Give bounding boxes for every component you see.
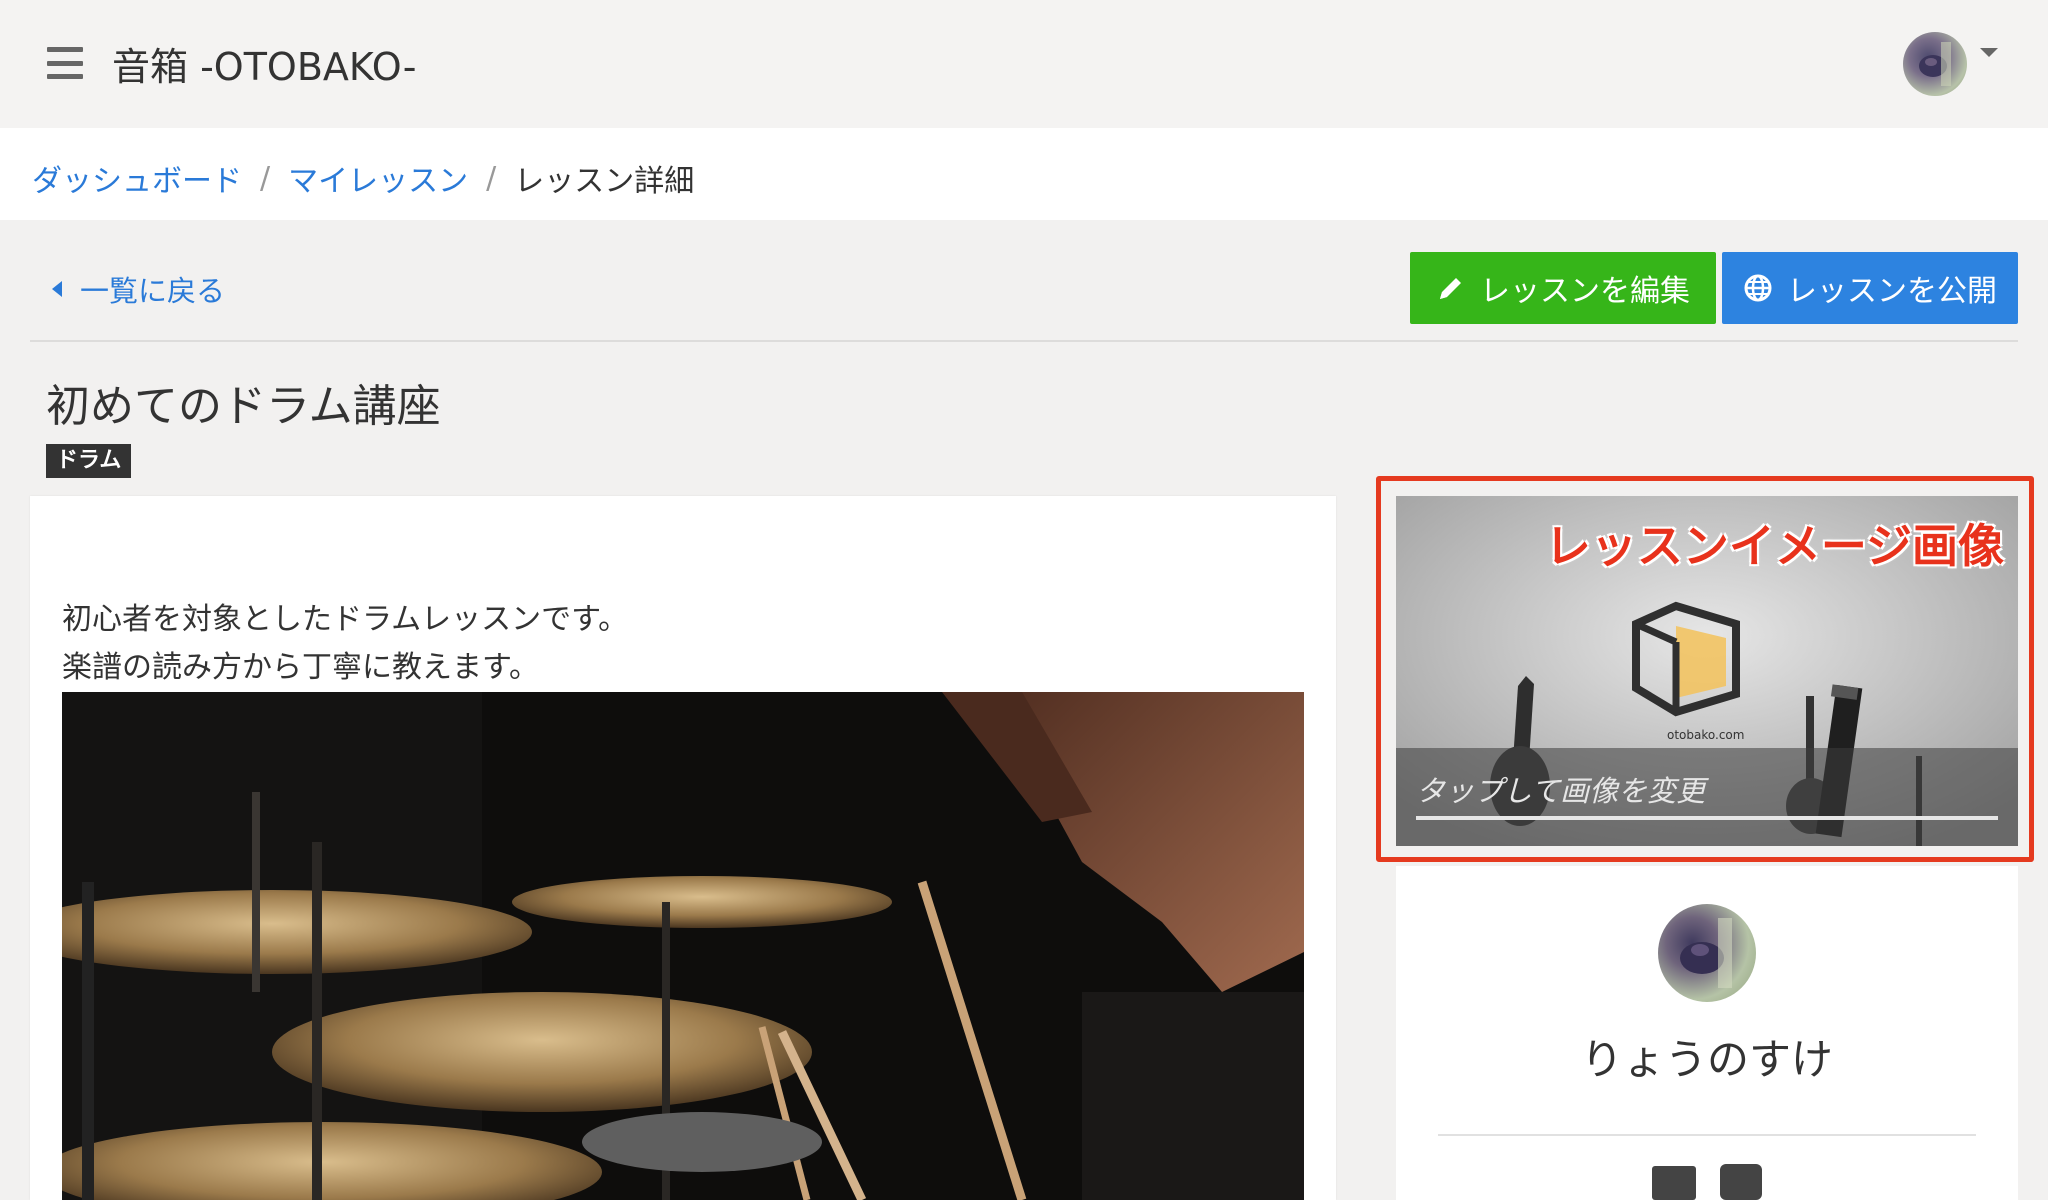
breadcrumb-item-current: レッスン詳細 xyxy=(514,164,695,199)
description-line: 楽譜の読み方から丁寧に教えます。 xyxy=(62,650,539,685)
caret-left-icon xyxy=(52,281,62,297)
app-title: 音箱 -OTOBAKO- xyxy=(112,45,417,89)
breadcrumb-separator: / xyxy=(486,160,497,196)
chevron-down-icon[interactable] xyxy=(1980,48,1998,57)
instructor-profile-card: りょうのすけ xyxy=(1396,866,2018,1200)
lesson-content-card: 初心者を対象としたドラムレッスンです。 楽譜の読み方から丁寧に教えます。 xyxy=(30,496,1336,1200)
user-avatar[interactable] xyxy=(1903,32,1967,96)
description-line: 初心者を対象としたドラムレッスンです。 xyxy=(62,602,629,637)
section-divider xyxy=(30,340,2018,342)
chat-bubble-icon[interactable] xyxy=(1720,1164,1762,1200)
breadcrumb-bar: ダッシュボード / マイレッスン / レッスン詳細 xyxy=(0,128,2048,220)
id-card-icon[interactable] xyxy=(1652,1166,1696,1200)
globe-icon xyxy=(1743,273,1773,303)
category-tag: ドラム xyxy=(46,444,132,478)
pencil-icon xyxy=(1436,273,1466,303)
edit-button-label: レッスンを編集 xyxy=(1480,274,1690,309)
back-to-list-link[interactable]: 一覧に戻る xyxy=(52,268,225,310)
change-image-text: タップして画像を変更 xyxy=(1416,774,1706,808)
breadcrumb-item-dashboard[interactable]: ダッシュボード xyxy=(32,156,242,200)
edit-lesson-button[interactable]: レッスンを編集 xyxy=(1410,252,1716,324)
lesson-title: 初めてのドラム講座 xyxy=(46,381,441,432)
overlay-underline xyxy=(1416,816,1998,820)
hamburger-menu-icon[interactable] xyxy=(47,47,83,79)
breadcrumb-separator: / xyxy=(260,160,271,196)
drum-photo xyxy=(62,692,1304,1200)
lesson-description: 初心者を対象としたドラムレッスンです。 楽譜の読み方から丁寧に教えます。 xyxy=(62,596,628,692)
top-header: 音箱 -OTOBAKO- xyxy=(0,0,2048,128)
breadcrumb: ダッシュボード / マイレッスン / レッスン詳細 xyxy=(32,156,694,200)
publish-lesson-button[interactable]: レッスンを公開 xyxy=(1722,252,2018,324)
profile-divider xyxy=(1438,1134,1976,1136)
back-link-label: 一覧に戻る xyxy=(80,274,226,308)
change-image-overlay[interactable]: タップして画像を変更 xyxy=(1396,748,2018,846)
lesson-image-uploader[interactable]: otobako.com レッスンイメージ画像 タップして画像を変更 xyxy=(1396,496,2018,846)
breadcrumb-item-my-lessons[interactable]: マイレッスン xyxy=(288,156,468,200)
instructor-avatar xyxy=(1658,904,1756,1002)
publish-button-label: レッスンを公開 xyxy=(1787,274,1997,309)
image-annotation-label: レッスンイメージ画像 xyxy=(1544,519,2004,573)
instructor-name: りょうのすけ xyxy=(1580,1035,1833,1084)
logo-caption: otobako.com xyxy=(1667,728,1745,742)
